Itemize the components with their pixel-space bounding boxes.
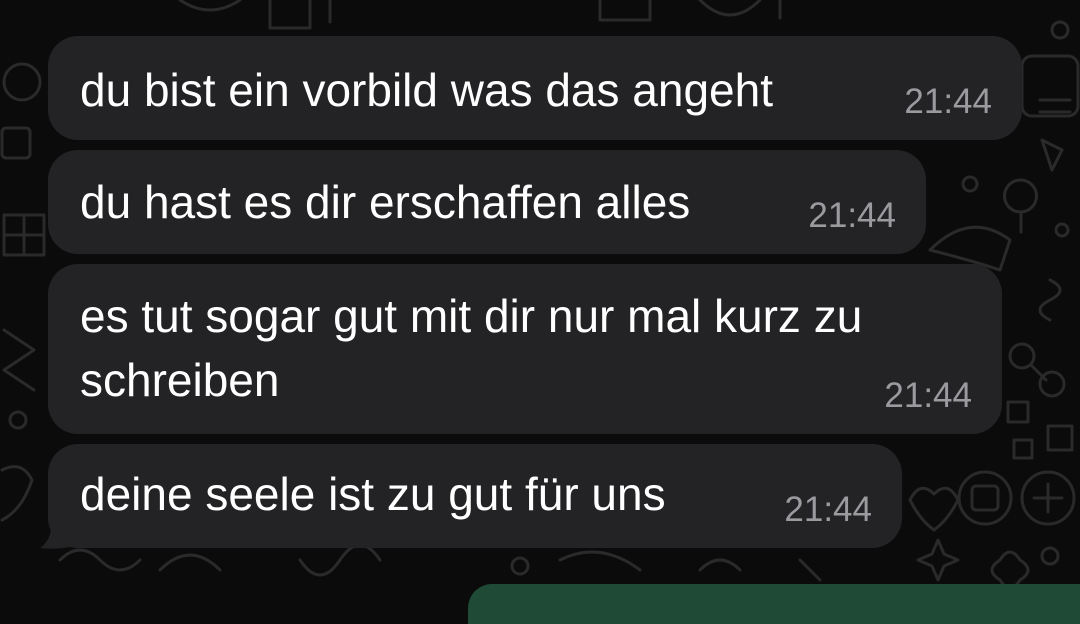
wallpaper-doodle-coil: [1038, 278, 1062, 322]
wallpaper-doodle-lines: [558, 550, 822, 582]
wallpaper-doodle-squiggle: [58, 543, 382, 577]
wallpaper-doodle-cup: [0, 465, 34, 522]
message-timestamp: 21:44: [808, 196, 896, 235]
wallpaper-doodle-ring: [1040, 546, 1060, 566]
wallpaper-doodle-zigzag: [2, 328, 36, 392]
message-timestamp: 21:44: [884, 376, 972, 415]
message-text: du bist ein vorbild was das angeht: [80, 64, 773, 116]
wallpaper-doodle-ring: [1038, 370, 1066, 398]
wallpaper-doodle-card: [1020, 54, 1080, 118]
wallpaper-doodle-grid: [2, 213, 46, 257]
message-text: es tut sogar gut mit dir nur mal kurz zu…: [80, 290, 863, 406]
wallpaper-doodle-bag: [970, 484, 1000, 512]
message-timestamp: 21:44: [904, 82, 992, 121]
wallpaper-doodle-dot: [8, 410, 28, 430]
wallpaper-doodle-plus: [1032, 482, 1064, 514]
wallpaper-doodle-lines: [178, 0, 332, 30]
wallpaper-doodle-magnifier: [1008, 342, 1036, 370]
message-bubble[interactable]: du hast es dir erschaffen alles 21:44: [48, 150, 926, 254]
outgoing-message-bubble[interactable]: [468, 584, 1080, 624]
wallpaper-doodle-circle: [2, 62, 42, 102]
wallpaper-doodle-lollipop: [1003, 178, 1038, 234]
wallpaper-doodle-dot: [1054, 222, 1070, 238]
wallpaper-doodle-square: [1006, 400, 1030, 424]
message-timestamp: 21:44: [784, 490, 872, 529]
message-text: du hast es dir erschaffen alles: [80, 176, 691, 228]
wallpaper-doodle-ring: [510, 556, 530, 576]
message-bubble[interactable]: es tut sogar gut mit dir nur mal kurz zu…: [48, 264, 1002, 434]
wallpaper-doodle-tag: [1040, 138, 1064, 172]
wallpaper-doodle-handle: [1030, 364, 1048, 382]
wallpaper-doodle-heart: [908, 486, 960, 532]
message-bubble[interactable]: du bist ein vorbild was das angeht 21:44: [48, 36, 1022, 140]
wallpaper-doodle-flower: [990, 550, 1030, 590]
wallpaper-doodle-box: [0, 126, 32, 160]
message-bubble[interactable]: deine seele ist zu gut für uns 21:44: [48, 444, 902, 548]
wallpaper-doodle-ring: [1050, 20, 1070, 40]
wallpaper-doodle-small-ring: [961, 175, 979, 193]
wallpaper-doodle-square: [1012, 438, 1034, 460]
wallpaper-doodle-frame: [1046, 424, 1074, 452]
message-text: deine seele ist zu gut für uns: [80, 468, 666, 520]
wallpaper-doodle-bag-circle: [957, 470, 1013, 526]
wallpaper-doodle-star: [916, 538, 960, 582]
wallpaper-doodle-list: [1038, 98, 1072, 114]
wallpaper-doodle-gift: [598, 0, 782, 22]
